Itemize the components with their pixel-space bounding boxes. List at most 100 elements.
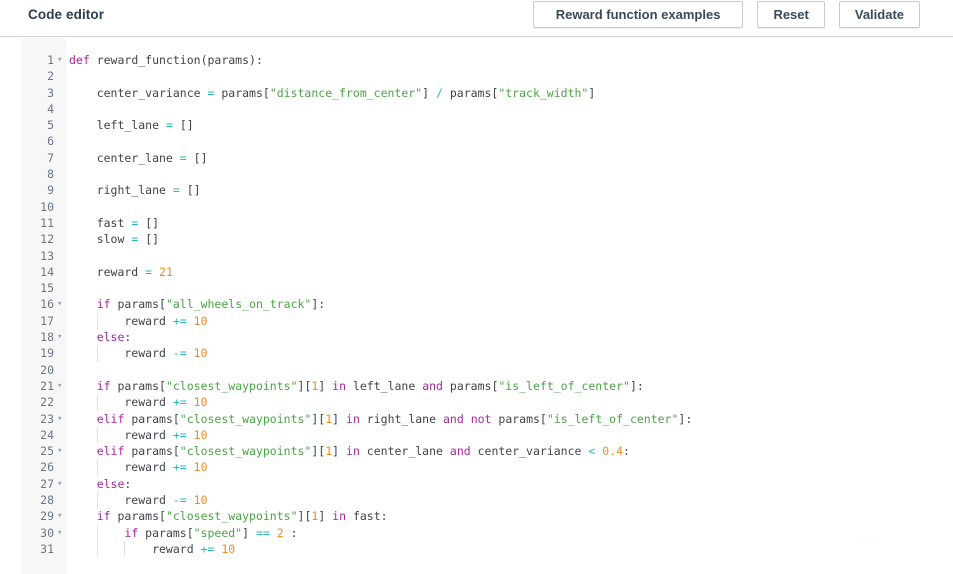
code-pane[interactable]: 1 ▾ def reward_function(params): 2 3 center_… <box>22 38 953 574</box>
token-id: params[ <box>491 411 547 426</box>
token-pun: ] <box>422 85 436 100</box>
indent-guide <box>96 394 98 411</box>
code-line[interactable]: 13 <box>22 248 953 264</box>
code-line[interactable]: 27 ▾ else: <box>22 476 953 492</box>
token-kw: and <box>442 411 464 426</box>
code-fold-toggle-icon[interactable]: ▾ <box>57 378 65 394</box>
indent-guide <box>96 345 98 362</box>
code-line[interactable]: 30 ▾ if params["speed"] == 2 : <box>22 524 953 541</box>
code-line[interactable]: 16 ▾ if params["all_wheels_on_track"]: <box>22 296 953 312</box>
token-str: "closest_waypoints" <box>165 509 298 524</box>
code-fold-toggle-icon[interactable]: ▾ <box>57 411 65 427</box>
token-pun: ][ <box>311 411 326 426</box>
token-pun: (params): <box>200 53 263 67</box>
token-num: 10 <box>193 346 208 361</box>
line-number: 22 <box>40 395 54 410</box>
code-fold-toggle-icon[interactable]: ▾ <box>57 52 65 68</box>
token-kw: and <box>449 444 471 459</box>
line-number: 7 <box>47 150 54 165</box>
token-op: = <box>165 118 173 133</box>
code-line[interactable]: 29 ▾ if params["closest_waypoints"][1] in… <box>22 508 953 524</box>
token-pun: ]: <box>311 297 326 312</box>
code-text: right_lane = [] <box>69 182 953 198</box>
reward-function-examples-button[interactable]: Reward function examples <box>532 1 744 28</box>
line-number: 18 <box>40 330 54 345</box>
token-op: += <box>172 313 187 328</box>
code-fold-toggle-icon[interactable]: ▾ <box>57 508 65 524</box>
token-id: reward <box>69 313 173 328</box>
token-id: params[ <box>110 509 166 524</box>
code-text: if params["closest_waypoints"][1] in lef… <box>69 378 953 394</box>
code-line[interactable]: 28 reward -= 10 <box>22 492 953 509</box>
code-fold-toggle-icon[interactable]: ▾ <box>57 296 65 312</box>
code-line[interactable]: 9 right_lane = [] <box>22 182 953 198</box>
code-line[interactable]: 6 <box>22 133 953 149</box>
line-number: 23 <box>40 411 54 426</box>
token-kw: def <box>69 53 90 67</box>
code-line[interactable]: 12 slow = [] <box>22 231 953 247</box>
line-number: 14 <box>40 264 54 279</box>
token-str: "closest_waypoints" <box>179 411 312 426</box>
token-id: params[ <box>110 378 166 393</box>
code-line[interactable]: 8 <box>22 166 953 182</box>
code-fold-toggle-icon[interactable]: ▾ <box>57 443 65 459</box>
token-id <box>187 493 194 507</box>
token-id: reward <box>69 346 173 361</box>
indent-guide <box>96 459 98 476</box>
token-op: += <box>172 460 187 475</box>
token-id <box>187 460 194 474</box>
token-num: 2 <box>276 525 284 540</box>
code-text: reward += 10 <box>69 394 953 411</box>
reset-button[interactable]: Reset <box>757 1 825 28</box>
code-line[interactable]: 1 ▾ def reward_function(params): <box>22 52 953 68</box>
code-text: elif params["closest_waypoints"][1] in r… <box>69 411 953 427</box>
code-line[interactable]: 22 reward += 10 <box>22 394 953 411</box>
code-line[interactable]: 5 left_lane = [] <box>22 117 953 133</box>
code-line[interactable]: 15 <box>22 280 953 296</box>
line-number: 16 <box>40 297 54 312</box>
token-id <box>69 297 97 311</box>
token-id: left_lane <box>69 118 166 133</box>
code-line[interactable]: 23 ▾ elif params["closest_waypoints"][1] … <box>22 411 953 427</box>
code-lines[interactable]: 1 ▾ def reward_function(params): 2 3 center_… <box>22 52 953 558</box>
token-id: params[ <box>124 444 180 459</box>
token-op: = <box>172 183 180 198</box>
code-line[interactable]: 2 <box>22 68 953 84</box>
line-number: 31 <box>40 541 54 556</box>
code-editor-area[interactable]: 1 ▾ def reward_function(params): 2 3 center_… <box>0 38 953 574</box>
token-pun: : <box>124 476 132 491</box>
code-line[interactable]: 11 fast = [] <box>22 215 953 231</box>
code-fold-toggle-icon[interactable]: ▾ <box>57 476 65 492</box>
code-text: center_variance = params["distance_from_… <box>69 85 953 101</box>
code-line[interactable]: 26 reward += 10 <box>22 459 953 476</box>
code-line[interactable]: 25 ▾ elif params["closest_waypoints"][1] … <box>22 443 953 459</box>
token-kw: else <box>96 330 125 345</box>
code-line[interactable]: 7 center_lane = [] <box>22 150 953 166</box>
code-fold-toggle-icon[interactable]: ▾ <box>57 525 65 541</box>
code-line[interactable]: 24 reward += 10 <box>22 426 953 444</box>
code-text: def reward_function(params): <box>69 52 953 68</box>
token-pun: ] <box>318 509 333 524</box>
code-line[interactable]: 20 <box>22 362 953 378</box>
validate-button[interactable]: Validate <box>838 1 920 28</box>
token-id: right_lane <box>69 183 173 198</box>
code-line[interactable]: 19 reward -= 10 <box>22 345 953 362</box>
code-fold-toggle-icon[interactable]: ▾ <box>57 329 65 345</box>
token-str: "closest_waypoints" <box>179 444 312 459</box>
token-id <box>173 118 180 132</box>
token-id: center_variance <box>470 444 589 459</box>
code-line[interactable]: 4 <box>22 101 953 117</box>
line-number: 13 <box>40 248 54 263</box>
token-kw: elif <box>96 411 125 426</box>
code-line[interactable]: 21 ▾ if params["closest_waypoints"][1] in… <box>22 378 953 394</box>
token-pun: ]: <box>629 378 644 393</box>
token-id: params[ <box>124 411 180 426</box>
code-line[interactable]: 10 <box>22 199 953 215</box>
token-pun: ]: <box>678 411 693 426</box>
code-line[interactable]: 3 center_variance = params["distance_fro… <box>22 85 953 101</box>
code-line[interactable]: 18 ▾ else: <box>22 329 953 345</box>
code-line[interactable]: 17 reward += 10 <box>22 312 953 330</box>
code-line[interactable]: 14 reward = 21 <box>22 264 953 280</box>
code-line[interactable]: 31 reward += 10 <box>22 540 953 558</box>
line-number: 26 <box>40 460 54 475</box>
